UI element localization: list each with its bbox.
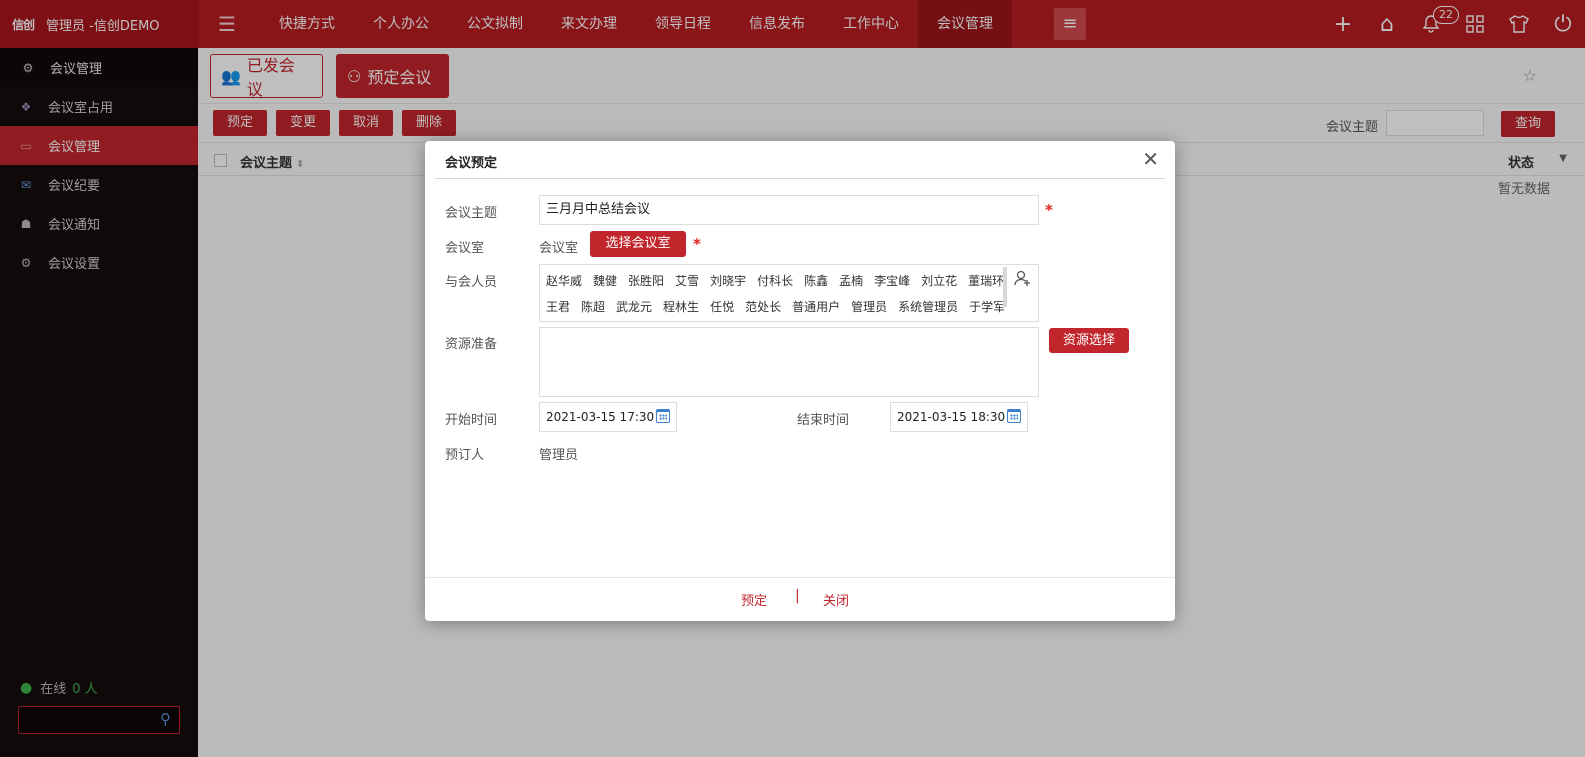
attendees-row: 王君 陈超 武龙元 程林生 任悦 范处长 普通用户 管理员 系统管理员 于学军 bbox=[546, 298, 1016, 315]
attendees-scrollbar[interactable] bbox=[1003, 267, 1007, 307]
attendee-chip: 李宝峰 bbox=[874, 274, 911, 288]
attendee-chip: 魏健 bbox=[593, 274, 618, 288]
select-room-button[interactable]: 选择会议室 bbox=[590, 231, 686, 257]
required-mark: * bbox=[693, 235, 701, 253]
booking-dialog: 会议预定 ✕ 会议主题 三月月中总结会议 * 会议室 会议室 选择会议室 * 与… bbox=[425, 141, 1175, 621]
resource-textarea[interactable] bbox=[539, 327, 1039, 397]
attendee-chip: 于学军 bbox=[969, 300, 1006, 314]
attendee-chip: 陈鑫 bbox=[804, 274, 829, 288]
attendee-chip: 武龙元 bbox=[616, 300, 653, 314]
attendee-chip: 艾雪 bbox=[675, 274, 700, 288]
footer-divider bbox=[425, 577, 1175, 578]
attendee-chip: 付科长 bbox=[757, 274, 794, 288]
start-time-value: 2021-03-15 17:30 bbox=[546, 410, 655, 424]
attendee-chip: 系统管理员 bbox=[898, 300, 959, 314]
required-mark: * bbox=[1045, 201, 1053, 219]
dialog-title: 会议预定 bbox=[445, 156, 498, 171]
attendee-chip: 张胜阳 bbox=[628, 274, 665, 288]
booker-value: 管理员 bbox=[539, 448, 579, 463]
add-person-icon[interactable] bbox=[1014, 269, 1032, 291]
attendee-chip: 董瑞环 bbox=[968, 274, 1005, 288]
end-time-input[interactable]: 2021-03-15 18:30 bbox=[890, 402, 1028, 432]
footer-book-button[interactable]: 预定 bbox=[741, 590, 767, 609]
attendee-chip: 孟楠 bbox=[839, 274, 864, 288]
divider bbox=[435, 178, 1165, 179]
start-time-input[interactable]: 2021-03-15 17:30 bbox=[539, 402, 677, 432]
subject-label: 会议主题 bbox=[445, 206, 498, 221]
end-time-label: 结束时间 bbox=[797, 413, 850, 428]
footer-separator: | bbox=[795, 588, 800, 604]
attendee-chip: 王君 bbox=[546, 300, 571, 314]
attendees-row: 赵华威 魏健 张胜阳 艾雪 刘晓宇 付科长 陈鑫 孟楠 李宝峰 刘立花 董瑞环 bbox=[546, 272, 1015, 289]
attendee-chip: 任悦 bbox=[710, 300, 735, 314]
end-time-value: 2021-03-15 18:30 bbox=[897, 410, 1006, 424]
attendee-chip: 赵华威 bbox=[546, 274, 583, 288]
calendar-icon[interactable] bbox=[1007, 409, 1021, 423]
attendee-chip: 程林生 bbox=[663, 300, 700, 314]
attendee-chip: 管理员 bbox=[851, 300, 888, 314]
close-icon[interactable]: ✕ bbox=[1142, 147, 1159, 171]
footer-close-button[interactable]: 关闭 bbox=[823, 590, 849, 609]
room-value: 会议室 bbox=[539, 241, 579, 256]
booker-label: 预订人 bbox=[445, 448, 485, 463]
attendee-chip: 陈超 bbox=[581, 300, 606, 314]
attendee-chip: 普通用户 bbox=[792, 300, 841, 314]
attendees-label: 与会人员 bbox=[445, 275, 498, 290]
attendees-field[interactable]: 赵华威 魏健 张胜阳 艾雪 刘晓宇 付科长 陈鑫 孟楠 李宝峰 刘立花 董瑞环 王君 陈超 武龙元 程林生… bbox=[539, 264, 1039, 322]
subject-input[interactable]: 三月月中总结会议 bbox=[539, 195, 1039, 225]
attendee-chip: 范处长 bbox=[745, 300, 782, 314]
calendar-icon[interactable] bbox=[656, 409, 670, 423]
resource-label: 资源准备 bbox=[445, 337, 498, 352]
attendee-chip: 刘晓宇 bbox=[710, 274, 747, 288]
resource-select-button[interactable]: 资源选择 bbox=[1049, 328, 1129, 353]
room-label: 会议室 bbox=[445, 241, 485, 256]
start-time-label: 开始时间 bbox=[445, 413, 498, 428]
attendee-chip: 刘立花 bbox=[921, 274, 958, 288]
add-person-shape bbox=[1014, 270, 1030, 286]
